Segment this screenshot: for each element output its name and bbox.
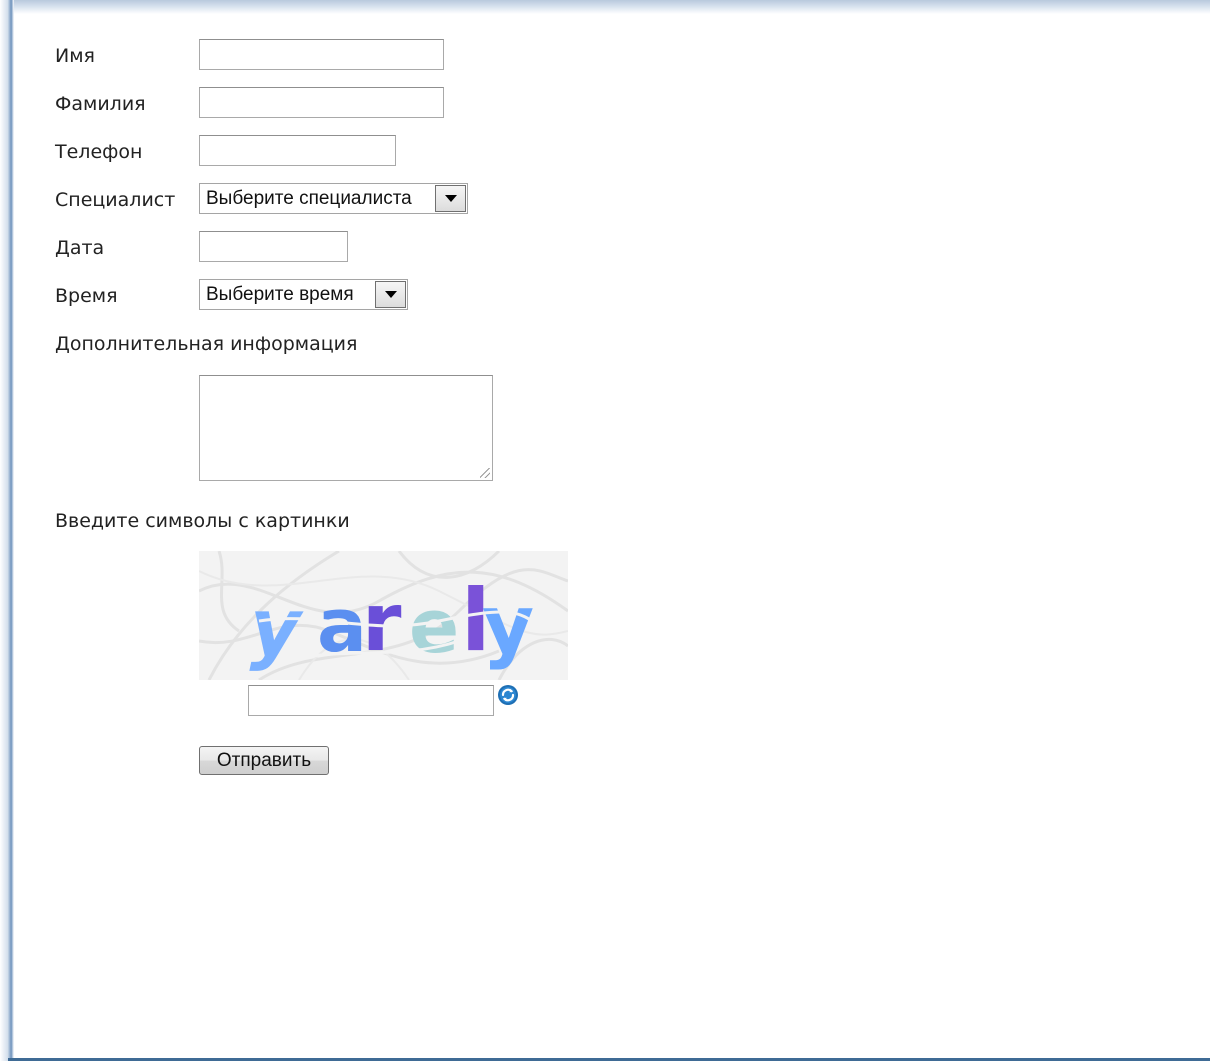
date-label: Дата	[55, 237, 105, 259]
time-label: Время	[55, 285, 118, 307]
first-name-input[interactable]	[199, 39, 444, 70]
first-name-label: Имя	[55, 45, 95, 67]
time-select[interactable]: Выберите время	[199, 279, 408, 310]
svg-text:e: e	[409, 584, 459, 670]
additional-info-label: Дополнительная информация	[55, 333, 358, 355]
captcha-label: Введите символы с картинки	[55, 510, 350, 532]
specialist-select[interactable]: Выберите специалиста	[199, 183, 468, 214]
svg-text:y: y	[482, 578, 534, 671]
specialist-select-value: Выберите специалиста	[206, 187, 412, 209]
resize-grip-icon[interactable]	[480, 468, 490, 478]
chevron-down-icon[interactable]	[375, 281, 406, 308]
time-select-value: Выберите время	[206, 283, 354, 305]
phone-input[interactable]	[199, 135, 396, 166]
last-name-label: Фамилия	[55, 93, 146, 115]
window-frame-top	[0, 0, 1210, 14]
last-name-input[interactable]	[199, 87, 444, 118]
captcha-image: y a r e l y	[199, 551, 568, 680]
additional-info-textarea[interactable]	[199, 375, 493, 481]
captcha-input[interactable]	[248, 685, 494, 716]
chevron-down-icon[interactable]	[435, 185, 466, 212]
specialist-label: Специалист	[55, 189, 176, 211]
refresh-icon[interactable]	[497, 684, 519, 706]
phone-label: Телефон	[55, 141, 143, 163]
window-frame-left	[0, 0, 14, 1061]
date-input[interactable]	[199, 231, 348, 262]
svg-text:r: r	[362, 576, 402, 669]
submit-button[interactable]: Отправить	[199, 746, 329, 775]
